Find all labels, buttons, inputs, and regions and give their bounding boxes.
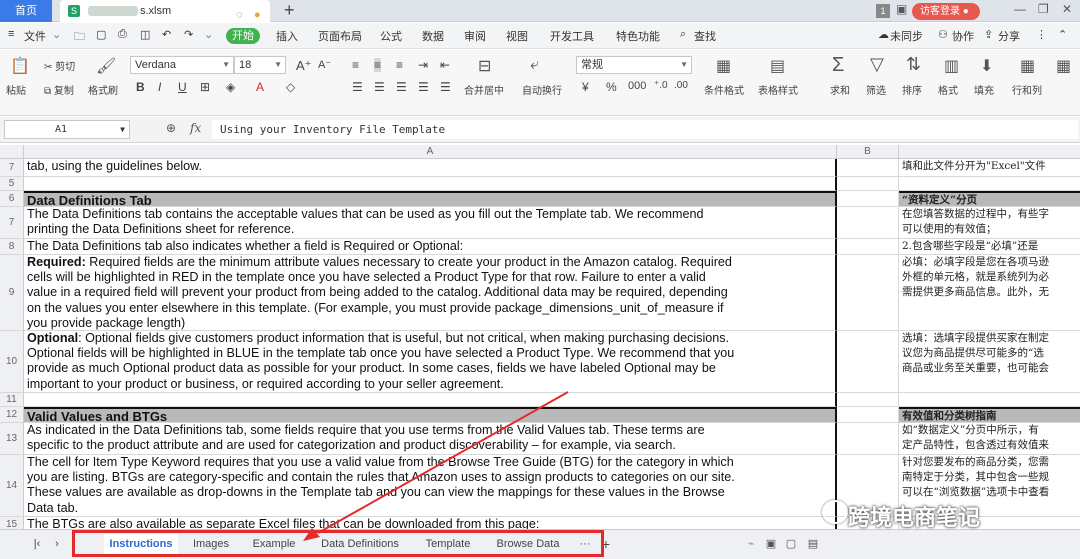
arrow-line — [317, 391, 569, 534]
wechat-icon — [822, 500, 848, 524]
annotation-arrow — [303, 391, 569, 541]
arrow-head — [303, 528, 320, 541]
watermark: 跨境电商笔记 — [848, 505, 981, 530]
